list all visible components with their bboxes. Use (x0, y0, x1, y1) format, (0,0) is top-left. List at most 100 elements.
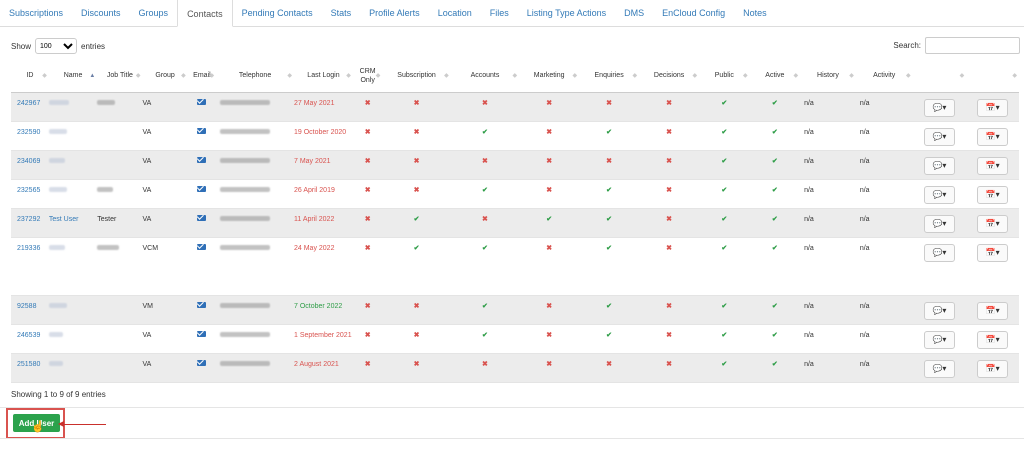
cell-flag: ✖ (579, 353, 640, 383)
comment-dropdown-button[interactable]: 💬▾ (923, 127, 955, 146)
cell-flag: ✖ (382, 179, 451, 209)
tab-listing-type-actions[interactable]: Listing Type Actions (518, 0, 615, 27)
column-header-active[interactable]: Active ◆ (749, 60, 801, 93)
cell-notes-action: 💬▾ (912, 208, 967, 238)
column-header-accounts[interactable]: Accounts ◆ (450, 60, 520, 93)
column-header-enquiries[interactable]: Enquiries ◆ (579, 60, 640, 93)
column-header-name[interactable]: Name ▲ (48, 60, 98, 93)
envelope-icon[interactable] (197, 243, 207, 250)
column-header-public[interactable]: Public ◆ (699, 60, 750, 93)
column-header-decisions[interactable]: Decisions ◆ (639, 60, 700, 93)
calendar-dropdown-button[interactable]: 📅▾ (977, 330, 1009, 349)
envelope-icon[interactable] (197, 98, 207, 105)
column-header-crm-only[interactable]: CRM Only ◆ (352, 60, 383, 93)
tab-subscriptions[interactable]: Subscriptions (0, 0, 72, 27)
calendar-dropdown-button[interactable]: 📅▾ (977, 301, 1009, 320)
tab-dms[interactable]: DMS (615, 0, 653, 27)
cross-icon: ✖ (666, 99, 673, 107)
contact-id-link[interactable]: 232590 (11, 129, 40, 136)
column-header-actions[interactable]: ◆ (966, 60, 1019, 93)
contact-id-link[interactable]: 232565 (11, 187, 40, 194)
calendar-dropdown-button[interactable]: 📅▾ (977, 185, 1009, 204)
tab-contacts[interactable]: Contacts (177, 0, 233, 27)
check-icon: ✔ (771, 99, 778, 107)
cell-flag: ✔ (699, 295, 750, 325)
column-header-email[interactable]: Email ◆ (187, 60, 217, 93)
column-header-telephone[interactable]: Telephone ◆ (216, 60, 294, 93)
search-input[interactable] (925, 37, 1020, 54)
contact-id-link[interactable]: 92588 (11, 303, 36, 310)
contact-id-link[interactable]: 219336 (11, 245, 40, 252)
hand-cursor-icon: ☝ (31, 421, 45, 433)
envelope-icon[interactable] (197, 185, 207, 192)
activity-value: n/a (859, 331, 870, 339)
column-header-group[interactable]: Group ◆ (142, 60, 188, 93)
tab-notes[interactable]: Notes (734, 0, 776, 27)
contact-id-link[interactable]: 246539 (11, 332, 40, 339)
contact-id-link[interactable]: 251580 (11, 361, 40, 368)
column-header-label: Last Login (307, 72, 340, 80)
entries-select[interactable]: 100 (35, 38, 78, 54)
cell-flag: ✖ (450, 353, 520, 383)
column-header-label: History (817, 72, 839, 80)
cell-flag: ✖ (519, 324, 580, 354)
contact-id-link[interactable]: 237292 (11, 216, 40, 223)
tab-profile-alerts[interactable]: Profile Alerts (360, 0, 429, 27)
calendar-dropdown-button[interactable]: 📅▾ (977, 359, 1009, 378)
comment-dropdown-button[interactable]: 💬▾ (923, 330, 955, 349)
column-header-marketing[interactable]: Marketing ◆ (519, 60, 580, 93)
envelope-icon[interactable] (197, 301, 207, 308)
cell-flag: ✔ (699, 208, 750, 238)
calendar-dropdown-button[interactable]: 📅▾ (977, 156, 1009, 175)
cell-notes-action: 💬▾ (912, 150, 967, 180)
contact-id-link[interactable]: 234069 (11, 158, 40, 165)
column-header-label: Enquiries (594, 72, 624, 80)
contact-name-link[interactable]: Test User (49, 216, 79, 223)
column-header-history[interactable]: History ◆ (800, 60, 856, 93)
tab-pending-contacts[interactable]: Pending Contacts (233, 0, 322, 27)
comment-dropdown-button[interactable]: 💬▾ (923, 243, 955, 262)
envelope-icon[interactable] (197, 156, 207, 163)
cell-group: VA (142, 353, 188, 383)
envelope-icon[interactable] (197, 359, 207, 366)
envelope-icon[interactable] (197, 127, 207, 134)
cell-group: VCM (142, 237, 188, 296)
tab-files[interactable]: Files (481, 0, 518, 27)
envelope-icon[interactable] (197, 214, 207, 221)
check-icon: ✔ (721, 360, 728, 368)
calendar-dropdown-button[interactable]: 📅▾ (977, 98, 1009, 117)
activity-value: n/a (859, 186, 870, 194)
cell-group: VA (142, 208, 188, 238)
comment-dropdown-button[interactable]: 💬▾ (923, 98, 955, 117)
comment-dropdown-button[interactable]: 💬▾ (923, 214, 955, 233)
tab-stats[interactable]: Stats (322, 0, 361, 27)
calendar-dropdown-button[interactable]: 📅▾ (977, 243, 1009, 262)
contact-id-link[interactable]: 242967 (11, 100, 40, 107)
column-header-subscription[interactable]: Subscription ◆ (382, 60, 451, 93)
column-header-last-login[interactable]: Last Login ◆ (294, 60, 353, 93)
envelope-icon[interactable] (197, 330, 207, 337)
cell-activity: n/a (855, 353, 913, 383)
tab-groups[interactable]: Groups (130, 0, 178, 27)
tab-location[interactable]: Location (429, 0, 481, 27)
comment-dropdown-button[interactable]: 💬▾ (923, 359, 955, 378)
column-header-id[interactable]: ID ◆ (11, 60, 49, 93)
column-header-actions[interactable]: ◆ (912, 60, 967, 93)
cell-flag: ✖ (352, 295, 383, 325)
cell-job-title (97, 295, 143, 325)
comment-dropdown-button[interactable]: 💬▾ (923, 185, 955, 204)
tab-encloud-config[interactable]: EnCloud Config (653, 0, 734, 27)
cross-icon: ✖ (413, 302, 420, 310)
calendar-dropdown-button[interactable]: 📅▾ (977, 214, 1009, 233)
cell-calendar-action: 📅▾ (966, 121, 1019, 151)
calendar-dropdown-button[interactable]: 📅▾ (977, 127, 1009, 146)
check-icon: ✔ (606, 128, 613, 136)
column-header-job-title[interactable]: Job Title ◆ (97, 60, 143, 93)
column-header-label: Name (63, 72, 83, 80)
comment-dropdown-button[interactable]: 💬▾ (923, 156, 955, 175)
sort-icon: ◆ (1012, 73, 1017, 79)
column-header-activity[interactable]: Activity ◆ (855, 60, 913, 93)
tab-discounts[interactable]: Discounts (72, 0, 130, 27)
comment-dropdown-button[interactable]: 💬▾ (923, 301, 955, 320)
cell-flag: ✔ (450, 324, 520, 354)
